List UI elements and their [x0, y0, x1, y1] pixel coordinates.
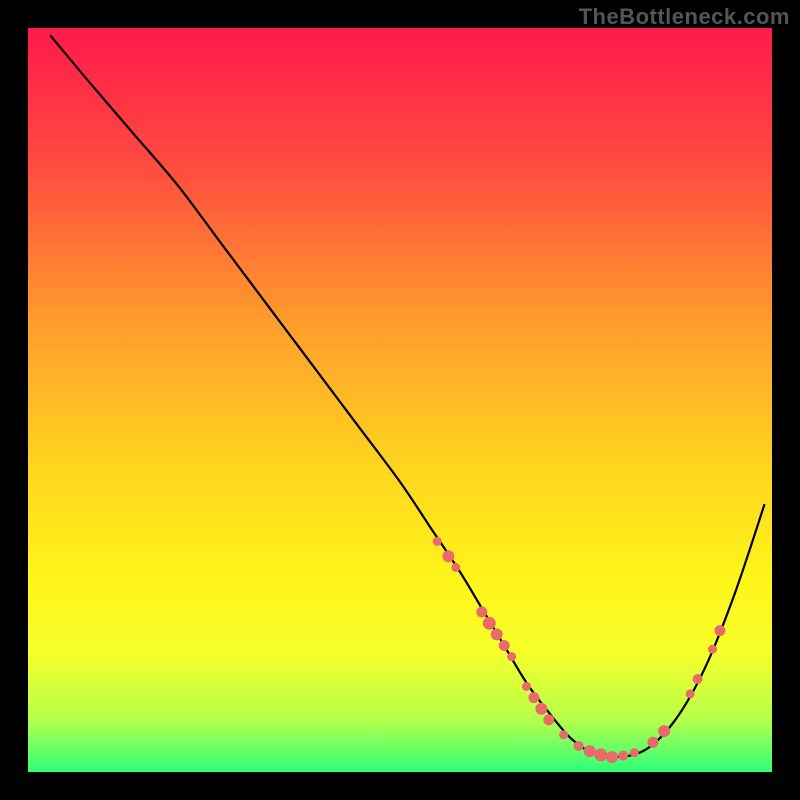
- curve-marker: [451, 563, 460, 572]
- curve-marker: [647, 737, 658, 748]
- curve-marker: [708, 645, 717, 654]
- curve-marker: [584, 745, 596, 757]
- curve-marker: [686, 689, 695, 698]
- curve-marker: [658, 725, 670, 737]
- watermark-text: TheBottleneck.com: [579, 4, 790, 30]
- chart-frame: TheBottleneck.com: [0, 0, 800, 800]
- curve-marker: [433, 537, 442, 546]
- plot-area: [28, 28, 772, 772]
- curve-marker: [483, 617, 496, 630]
- curve-marker: [535, 703, 547, 715]
- curve-marker: [543, 714, 554, 725]
- curve-marker: [714, 625, 725, 636]
- curve-marker: [559, 730, 568, 739]
- curve-marker: [693, 674, 703, 684]
- curve-marker: [442, 550, 454, 562]
- curve-marker: [630, 748, 639, 757]
- curve-marker: [594, 748, 607, 761]
- curve-marker: [528, 692, 539, 703]
- curve-marker: [476, 607, 487, 618]
- curve-marker: [618, 751, 628, 761]
- curve-marker: [606, 751, 618, 763]
- curve-marker: [499, 640, 510, 651]
- curve-marker: [507, 652, 516, 661]
- plot-svg: [28, 28, 772, 772]
- curve-marker: [491, 628, 503, 640]
- curve-marker: [522, 682, 531, 691]
- curve-marker: [574, 741, 584, 751]
